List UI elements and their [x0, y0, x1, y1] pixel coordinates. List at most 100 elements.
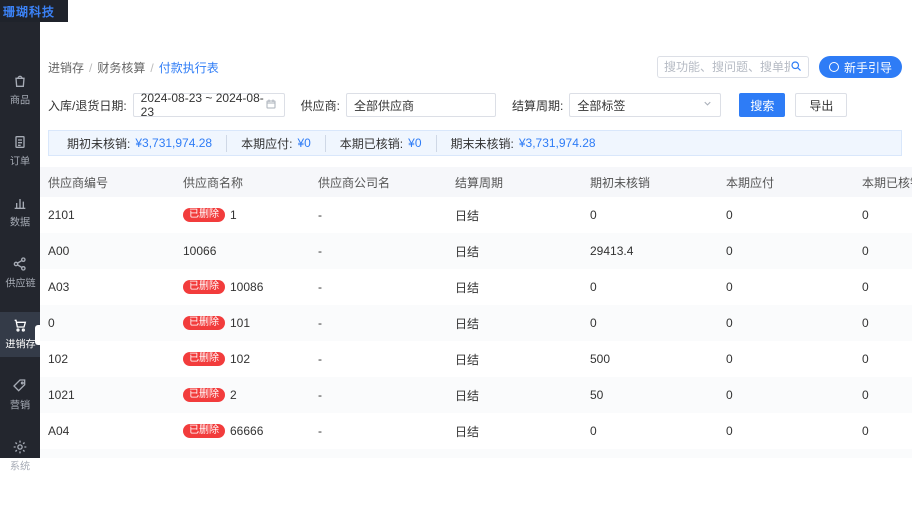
sidebar-item-label: 供应链	[4, 278, 36, 290]
bag-icon	[12, 73, 28, 89]
summary-ending-value: ¥3,731,974.28	[518, 136, 596, 150]
guide-button[interactable]: 新手引导	[818, 56, 902, 78]
cell-payable: 0	[726, 424, 733, 438]
cell-settled: 0	[862, 424, 869, 438]
supplier-filter-label: 供应商:	[300, 98, 341, 113]
cell-settled: 0	[862, 208, 869, 222]
supplier-name: 10066	[183, 244, 217, 258]
cell-supplier-code: 1	[40, 449, 175, 458]
cell-settled: 0	[854, 449, 912, 458]
cell-cycle: 日结	[447, 449, 582, 458]
deleted-badge: 已删除	[183, 352, 225, 367]
payment-table: 供应商编号 供应商名称 供应商公司名 结算周期 期初未核销 本期应付 本期已核销…	[40, 167, 912, 458]
cell-cycle: 日结	[455, 280, 480, 295]
cell-opening: 0	[590, 280, 597, 294]
search-button[interactable]: 搜索	[739, 93, 786, 117]
column-header-opening: 期初未核销	[582, 167, 718, 197]
summary-payable-value: ¥0	[297, 136, 311, 150]
date-range-value: 2024-08-23 ~ 2024-08-23	[140, 91, 264, 119]
tag-icon	[12, 378, 28, 394]
cell-opening: 0	[582, 449, 718, 458]
supplier-input-value: 全部供应商	[354, 98, 415, 113]
supplier-input[interactable]: 全部供应商	[346, 93, 497, 117]
breadcrumb-item[interactable]: 进销存	[48, 61, 84, 75]
cell-supplier-name: 已删除 101	[175, 305, 310, 341]
sidebar-item-system[interactable]: 系统	[0, 434, 40, 479]
column-header-code: 供应商编号	[40, 167, 175, 197]
cell-supplier-code: 102	[48, 352, 69, 366]
breadcrumb-current: 付款执行表	[158, 60, 219, 75]
order-icon	[12, 134, 28, 150]
deleted-badge: 已删除	[183, 316, 225, 331]
cell-cycle: 日结	[447, 377, 582, 413]
cell-company: -	[310, 449, 447, 458]
guide-button-label: 新手引导	[843, 60, 892, 75]
cell-supplier-code: 2101	[48, 208, 75, 222]
cell-payable: 0	[726, 352, 733, 366]
cell-company: -	[310, 305, 447, 341]
table-row: 0 已删除 101 - 日结 0 0 0	[40, 305, 912, 341]
summary-payable-label: 本期应付:	[241, 136, 293, 151]
summary-settled-value: ¥0	[408, 136, 422, 150]
cell-cycle: 日结	[447, 233, 582, 269]
export-button[interactable]: 导出	[795, 93, 848, 117]
cycle-select[interactable]: 全部标签	[569, 93, 722, 117]
cell-supplier-code: A04	[48, 424, 70, 438]
cell-supplier-name: 已删除 10086	[175, 269, 310, 305]
cell-supplier-name: (弃用)00001	[175, 449, 310, 458]
column-header-company: 供应商公司名	[310, 167, 447, 197]
sidebar-item-label: 订单	[9, 156, 31, 168]
chart-icon	[12, 195, 28, 211]
logo-text: 珊瑚科技	[3, 4, 56, 19]
summary-opening-value: ¥3,731,974.28	[135, 136, 213, 150]
summary-bar: 期初未核销: ¥3,731,974.28 本期应付: ¥0 本期已核销: ¥0 …	[48, 130, 902, 156]
inventory-cart-icon	[12, 317, 28, 333]
column-header-settled: 本期已核销	[854, 167, 912, 197]
cell-supplier-name: 已删除 1	[175, 197, 310, 233]
cell-company: -	[310, 233, 447, 269]
cell-payable: 0	[718, 305, 854, 341]
sidebar-item-label: 进销存	[4, 339, 36, 351]
payment-table-wrap: 供应商编号 供应商名称 供应商公司名 结算周期 期初未核销 本期应付 本期已核销…	[40, 167, 912, 458]
summary-settled-label: 本期已核销:	[339, 136, 404, 151]
column-header-cycle: 结算周期	[447, 167, 582, 197]
global-search-box	[656, 56, 809, 78]
cycle-select-value: 全部标签	[577, 98, 626, 113]
calendar-icon[interactable]	[265, 98, 277, 113]
deleted-badge: 已删除	[183, 388, 225, 403]
column-header-name: 供应商名称	[175, 167, 310, 197]
cell-payable: 0	[718, 377, 854, 413]
sidebar-item-label: 系统	[9, 461, 31, 473]
sidebar-item-inventory[interactable]: 进销存	[0, 312, 40, 357]
cell-payable: 0	[718, 233, 854, 269]
sidebar-item-supply-chain[interactable]: 供应链	[0, 251, 40, 296]
cell-company: -	[318, 424, 322, 438]
search-icon[interactable]	[790, 60, 802, 75]
cell-opening: 50	[582, 377, 718, 413]
sidebar-item-marketing[interactable]: 营销	[0, 373, 40, 418]
cell-opening: 0	[582, 305, 718, 341]
cell-settled: 0	[854, 305, 912, 341]
date-range-input[interactable]: 2024-08-23 ~ 2024-08-23	[132, 91, 285, 119]
table-header-row: 供应商编号 供应商名称 供应商公司名 结算周期 期初未核销 本期应付 本期已核销	[40, 167, 912, 197]
cell-company: -	[318, 352, 322, 366]
breadcrumb-item[interactable]: 财务核算	[97, 61, 145, 75]
cell-settled: 0	[862, 280, 869, 294]
guide-icon	[828, 62, 839, 72]
sidebar-item-products[interactable]: 商品	[0, 68, 40, 113]
deleted-badge: 已删除	[183, 208, 225, 223]
cell-cycle: 日结	[447, 305, 582, 341]
cell-cycle: 日结	[455, 352, 480, 367]
logo: 珊瑚科技	[0, 0, 68, 22]
sidebar-item-data[interactable]: 数据	[0, 190, 40, 235]
cycle-filter-label: 结算周期:	[512, 98, 564, 113]
sidebar-item-orders[interactable]: 订单	[0, 129, 40, 174]
cell-supplier-name: 已删除 66666	[175, 413, 310, 449]
global-search-input[interactable]	[663, 60, 790, 74]
cell-payable: 0	[718, 449, 854, 458]
summary-ending: 期末未核销: ¥3,731,974.28	[435, 134, 610, 152]
table-row: A00 10066 - 日结 29413.4 0 0	[40, 233, 912, 269]
sidebar-item-label: 营销	[9, 400, 31, 412]
cell-cycle: 日结	[455, 208, 480, 223]
sidebar: 商品 订单 数据 供应链 进销存 营销 系统	[0, 0, 40, 472]
